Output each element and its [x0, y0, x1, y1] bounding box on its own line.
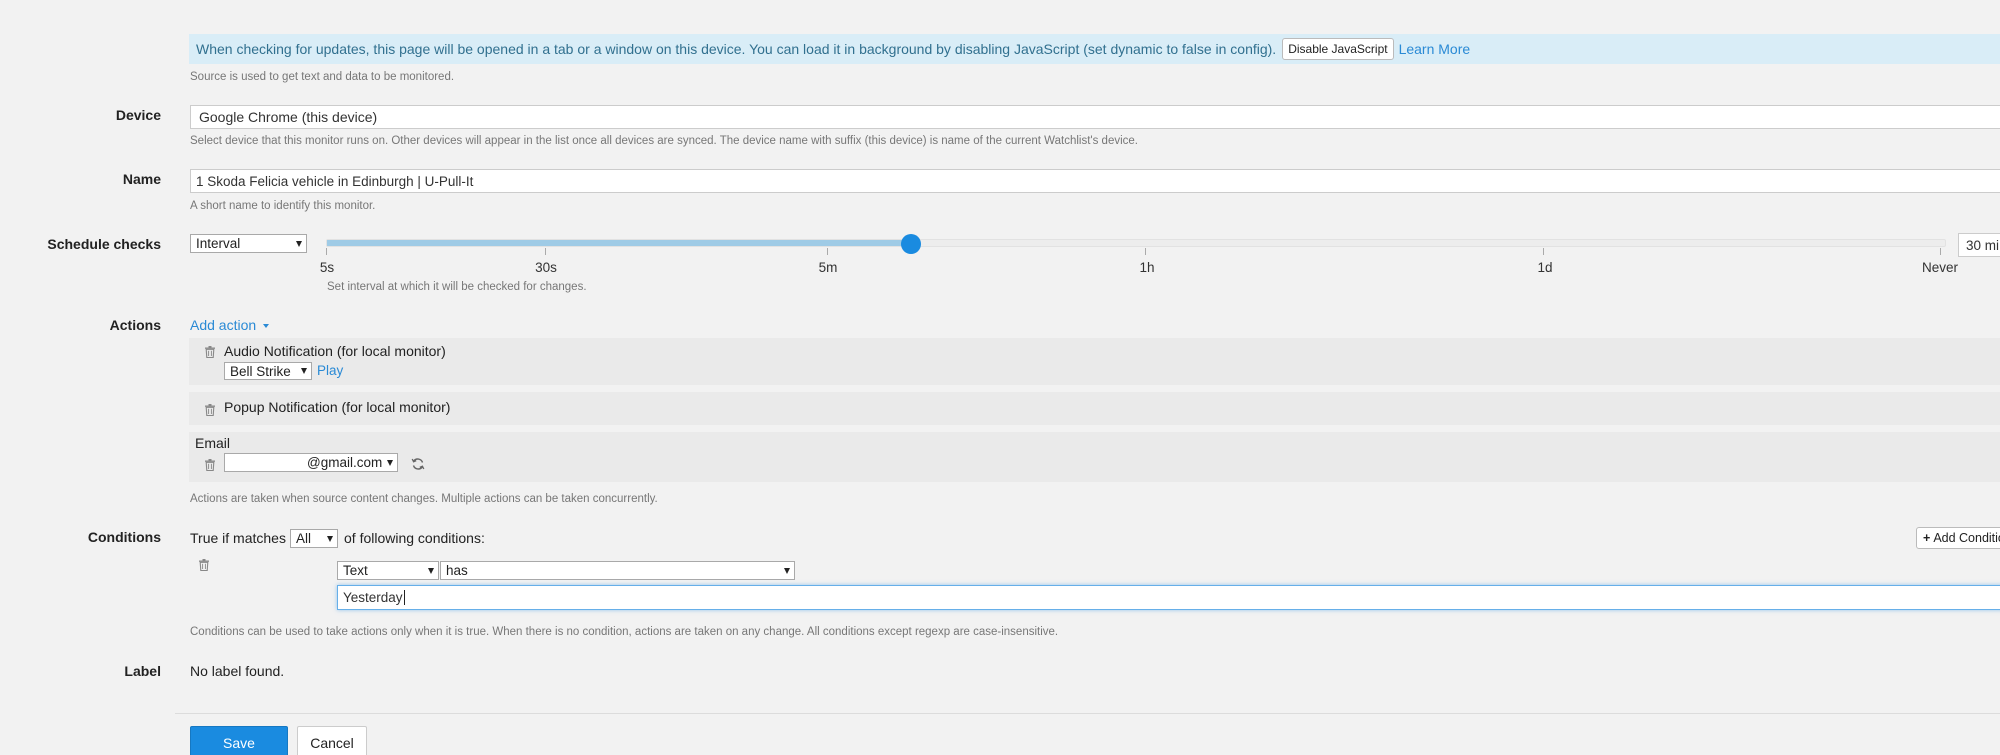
actions-help: Actions are taken when source content ch…: [190, 493, 658, 505]
source-help: Source is used to get text and data to b…: [190, 71, 455, 83]
email-select[interactable]: @gmail.com: [224, 453, 398, 472]
name-value: 1 Skoda Felicia vehicle in Edinburgh | U…: [196, 173, 474, 189]
interval-value: 30 mi: [1966, 237, 2000, 253]
sound-select[interactable]: Bell Strike: [224, 362, 312, 380]
tick-label-never: Never: [1921, 260, 1959, 275]
chevron-down-icon: [327, 535, 333, 542]
email-value: @gmail.com: [307, 455, 383, 470]
slider-tick: [326, 248, 327, 255]
name-input[interactable]: 1 Skoda Felicia vehicle in Edinburgh | U…: [190, 169, 2000, 193]
name-label: Name: [122, 171, 161, 187]
match-mode-select[interactable]: All: [290, 529, 338, 548]
disable-javascript-button[interactable]: Disable JavaScript: [1282, 38, 1394, 60]
tick-label-1h: 1h: [1139, 260, 1155, 275]
slider-tick: [1940, 248, 1941, 255]
sound-value: Bell Strike: [230, 363, 291, 379]
conditions-help: Conditions can be used to take actions o…: [190, 626, 1059, 638]
learn-more-link[interactable]: Learn More: [1399, 41, 1471, 57]
tick-label-5m: 5m: [818, 260, 838, 275]
interval-slider-track[interactable]: [326, 239, 1946, 247]
device-help: Select device that this monitor runs on.…: [190, 135, 1138, 147]
interval-value-input[interactable]: 30 mi: [1958, 233, 2000, 257]
save-button[interactable]: Save: [190, 726, 288, 755]
schedule-help: Set interval at which it will be checked…: [327, 281, 587, 293]
trash-icon[interactable]: [205, 459, 215, 471]
info-banner: When checking for updates, this page wil…: [189, 34, 2000, 64]
chevron-down-icon: [296, 240, 302, 247]
slider-tick: [1543, 248, 1544, 255]
interval-slider-fill: [327, 240, 912, 246]
condition-operator-value: has: [446, 563, 468, 578]
tick-label-1d: 1d: [1537, 260, 1553, 275]
cancel-button[interactable]: Cancel: [297, 726, 367, 755]
trash-icon[interactable]: [199, 559, 209, 571]
conditions-label: Conditions: [87, 529, 161, 545]
trash-icon[interactable]: [205, 404, 215, 416]
email-action-card: Email @gmail.com: [189, 432, 2000, 482]
add-condition-label: Add Conditio: [1933, 531, 2000, 545]
add-action-label: Add action: [190, 317, 257, 333]
condition-field-select[interactable]: Text: [337, 561, 439, 580]
slider-tick: [827, 248, 828, 255]
chevron-down-icon: [387, 459, 393, 466]
chevron-down-icon: [428, 567, 434, 574]
audio-action-title: Audio Notification (for local monitor): [224, 343, 446, 359]
schedule-label: Schedule checks: [47, 236, 161, 252]
label-row-value: No label found.: [190, 663, 285, 679]
popup-action-card: Popup Notification (for local monitor): [189, 392, 2000, 425]
schedule-mode-value: Interval: [196, 236, 241, 251]
condition-value: Yesterday: [343, 590, 403, 605]
conditions-prefix: True if matches: [190, 530, 286, 546]
condition-operator-select[interactable]: has: [440, 561, 795, 580]
refresh-icon[interactable]: [411, 457, 425, 471]
email-action-title: Email: [195, 435, 231, 451]
footer-divider: [175, 713, 2000, 714]
add-action-link[interactable]: Add action: [190, 317, 270, 333]
device-label: Device: [115, 107, 161, 123]
match-mode-value: All: [296, 531, 312, 546]
audio-action-card: Audio Notification (for local monitor) B…: [189, 338, 2000, 385]
device-select[interactable]: Google Chrome (this device): [190, 105, 2000, 129]
condition-value-input[interactable]: Yesterday: [337, 585, 2000, 610]
play-link[interactable]: Play: [317, 363, 343, 378]
condition-field-value: Text: [343, 563, 368, 578]
monitor-settings-form: When checking for updates, this page wil…: [0, 0, 2000, 755]
slider-tick: [545, 248, 546, 255]
interval-slider-handle[interactable]: [900, 234, 921, 254]
schedule-mode-select[interactable]: Interval: [190, 234, 307, 253]
name-help: A short name to identify this monitor.: [190, 200, 376, 212]
chevron-down-icon: [784, 567, 790, 574]
label-row-label: Label: [124, 663, 161, 679]
device-value: Google Chrome (this device): [199, 109, 378, 125]
slider-tick: [1145, 248, 1146, 255]
caret-down-icon: [263, 324, 270, 329]
actions-label: Actions: [109, 317, 161, 333]
add-condition-button[interactable]: + Add Conditio: [1916, 527, 2000, 549]
text-caret: [403, 590, 405, 605]
conditions-suffix: of following conditions:: [344, 530, 485, 546]
popup-action-title: Popup Notification (for local monitor): [224, 399, 451, 415]
plus-icon: +: [1923, 531, 1931, 545]
info-message: When checking for updates, this page wil…: [196, 41, 1277, 57]
tick-label-5s: 5s: [319, 260, 335, 275]
tick-label-30s: 30s: [535, 260, 557, 275]
chevron-down-icon: [301, 368, 307, 374]
trash-icon[interactable]: [205, 346, 215, 358]
